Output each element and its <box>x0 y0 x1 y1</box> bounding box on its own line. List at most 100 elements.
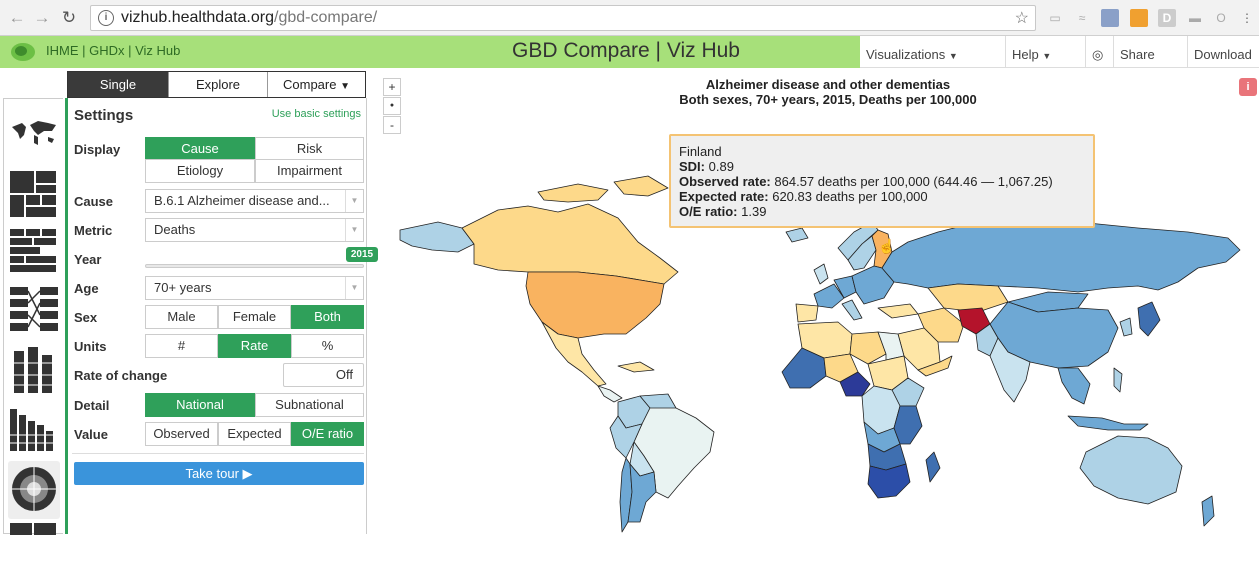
stacked-bar-thumbnail-icon[interactable] <box>8 343 60 401</box>
tooltip-country: Finland <box>679 144 722 159</box>
url-text: vizhub.healthdata.org/gbd-compare/ <box>121 9 377 27</box>
country-uk <box>813 263 829 285</box>
tooltip-oe-value: 1.39 <box>741 204 767 219</box>
header-links[interactable]: IHME | GHDx | Viz Hub <box>46 43 180 58</box>
bookmark-star-icon[interactable]: ☆ <box>1015 8 1029 28</box>
country-east-africa <box>893 405 923 445</box>
chevron-down-icon: ▼ <box>948 51 958 61</box>
tooltip-observed-row: Observed rate: 864.57 deaths per 100,000… <box>679 174 1085 189</box>
detail-national-button[interactable]: National <box>145 393 255 417</box>
units-number-button[interactable]: # <box>145 334 218 358</box>
value-oe-ratio-button[interactable]: O/E ratio <box>291 422 364 446</box>
address-bar[interactable]: i vizhub.healthdata.org/gbd-compare/ ☆ <box>90 5 1036 31</box>
tooltip-expected-value: 620.83 deaths per 100,000 <box>772 189 928 204</box>
nav-help[interactable]: Help ▼ <box>1005 36 1085 68</box>
country-madagascar <box>925 451 941 483</box>
units-rate-button[interactable]: Rate <box>218 334 291 358</box>
tab-single[interactable]: Single <box>68 72 168 97</box>
country-indonesia <box>1067 415 1149 431</box>
basic-settings-link[interactable]: Use basic settings <box>272 108 361 120</box>
country-italy <box>841 299 863 321</box>
mode-tabs: Single Explore Compare ▼ <box>67 71 366 98</box>
page-title: GBD Compare | Viz Hub <box>512 39 740 62</box>
units-percent-button[interactable]: % <box>291 334 364 358</box>
country-turkey <box>877 303 919 319</box>
tooltip-oe-row: O/E ratio: 1.39 <box>679 204 1085 219</box>
info-icon[interactable]: i <box>98 10 114 26</box>
country-se-asia <box>1057 367 1091 405</box>
tooltip-expected-label: Expected rate: <box>679 189 769 204</box>
value-label: Value <box>74 427 108 442</box>
menu-icon[interactable]: ⋮ <box>1238 9 1256 27</box>
nav-share[interactable]: Share <box>1113 36 1187 68</box>
extension-book-icon[interactable] <box>1101 9 1119 27</box>
sex-both-button[interactable]: Both <box>291 305 364 329</box>
chevron-down-icon: ▼ <box>1042 51 1052 61</box>
url-host: vizhub.healthdata.org <box>121 9 274 26</box>
country-kazakhstan <box>927 283 1009 313</box>
country-central-america <box>597 385 623 403</box>
country-cuba <box>617 361 655 373</box>
sex-label: Sex <box>74 310 98 325</box>
forward-icon[interactable]: → <box>31 7 53 29</box>
country-iceland <box>785 227 809 243</box>
ranking-thumbnail-icon[interactable] <box>8 285 60 343</box>
year-label: Year <box>74 252 102 267</box>
units-label: Units <box>74 339 107 354</box>
cast-icon[interactable]: ▭ <box>1046 9 1064 27</box>
country-canada-islands <box>537 175 669 203</box>
country-australia <box>1079 435 1183 505</box>
sex-male-button[interactable]: Male <box>145 305 218 329</box>
app-nav: Visualizations ▼ Help ▼ ◎ Share Download <box>860 36 1259 68</box>
settings-heading: Settings <box>74 107 134 124</box>
rate-of-change-toggle[interactable]: Off <box>283 363 364 387</box>
more-thumbnail-icon[interactable] <box>8 521 60 579</box>
nav-visualizations[interactable]: Visualizations ▼ <box>860 36 1005 68</box>
divider <box>72 453 364 454</box>
detail-subnational-button[interactable]: Subnational <box>255 393 364 417</box>
display-risk-button[interactable]: Risk <box>255 137 364 161</box>
tab-explore[interactable]: Explore <box>168 72 267 97</box>
extension-off-icon[interactable] <box>1130 9 1148 27</box>
map-thumbnail-icon[interactable] <box>8 105 60 163</box>
sex-female-button[interactable]: Female <box>218 305 291 329</box>
country-russia <box>881 217 1241 293</box>
tooltip-oe-label: O/E ratio: <box>679 204 738 219</box>
nav-download[interactable]: Download <box>1187 36 1259 68</box>
cause-select[interactable]: B.6.1 Alzheimer disease and... ▼ <box>145 189 364 213</box>
nav-help-label: Help <box>1012 47 1039 62</box>
year-slider-track[interactable] <box>145 264 364 268</box>
extension-o-icon[interactable]: O <box>1212 9 1230 27</box>
map-tooltip: Finland SDI: 0.89 Observed rate: 864.57 … <box>669 134 1095 228</box>
reload-icon[interactable]: ↻ <box>58 7 80 29</box>
treemap-thumbnail-icon[interactable] <box>8 169 60 227</box>
country-spain <box>795 303 819 323</box>
tooltip-expected-row: Expected rate: 620.83 deaths per 100,000 <box>679 189 1085 204</box>
dropdown-arrow-icon: ▼ <box>340 81 350 92</box>
display-etiology-button[interactable]: Etiology <box>145 159 255 183</box>
display-cause-button[interactable]: Cause <box>145 137 255 161</box>
back-icon[interactable]: ← <box>6 7 28 29</box>
arrow-diagram-thumbnail-icon[interactable] <box>8 227 60 285</box>
nav-visualizations-label: Visualizations <box>866 47 946 62</box>
map-area: + ● - Alzheimer disease and other dement… <box>378 72 1259 534</box>
sunburst-thumbnail-icon[interactable] <box>8 461 60 519</box>
extension-bar-icon[interactable]: ▬ <box>1186 9 1204 27</box>
tab-compare[interactable]: Compare ▼ <box>267 72 365 97</box>
metric-select[interactable]: Deaths ▼ <box>145 218 364 242</box>
tooltip-sdi-value: 0.89 <box>708 159 734 174</box>
bar-chart-thumbnail-icon[interactable] <box>8 401 60 459</box>
dropdown-arrow-icon: ▼ <box>345 277 363 299</box>
country-korea <box>1119 317 1133 337</box>
extension-wave-icon[interactable]: ≈ <box>1073 9 1091 27</box>
display-impairment-button[interactable]: Impairment <box>255 159 364 183</box>
value-observed-button[interactable]: Observed <box>145 422 218 446</box>
hand-cursor-icon: ☝ <box>878 238 896 254</box>
take-tour-button[interactable]: Take tour ▶ <box>74 462 364 485</box>
globe-icon[interactable]: ◎ <box>1085 36 1113 68</box>
cause-value: B.6.1 Alzheimer disease and... <box>154 193 330 208</box>
extension-d-icon[interactable]: D <box>1158 9 1176 27</box>
year-slider-handle[interactable]: 2015 <box>346 247 378 262</box>
value-expected-button[interactable]: Expected <box>218 422 291 446</box>
age-select[interactable]: 70+ years ▼ <box>145 276 364 300</box>
